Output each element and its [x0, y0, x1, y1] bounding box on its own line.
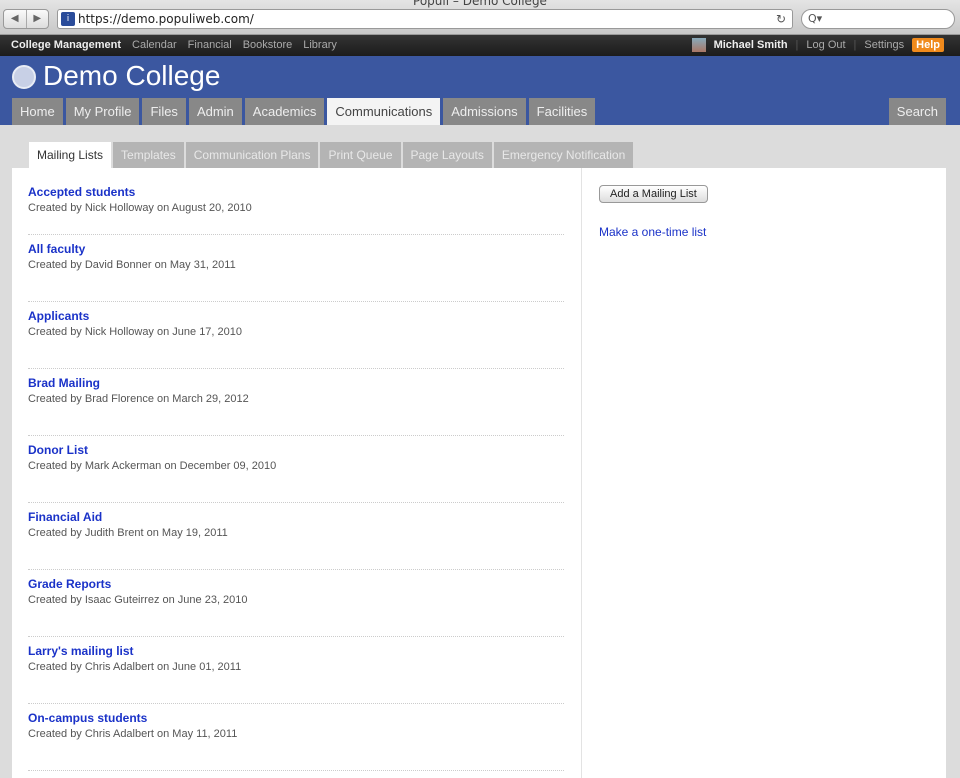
list-meta: Created by Mark Ackerman on December 09,…	[28, 460, 277, 472]
help-button[interactable]: Help	[912, 38, 944, 52]
forward-icon[interactable]: ▶	[27, 10, 49, 28]
back-icon[interactable]: ◀	[4, 10, 27, 28]
list-meta: Created by Isaac Guteirrez on June 23, 2…	[28, 594, 248, 606]
separator: |	[853, 39, 857, 51]
tab-home[interactable]: Home	[12, 98, 63, 125]
tab-academics[interactable]: Academics	[244, 98, 325, 125]
list-name-link[interactable]: Applicants	[28, 309, 564, 324]
list-name-link[interactable]: Brad Mailing	[28, 376, 564, 391]
list-item: Donor List Created by Mark Ackerman on De…	[28, 436, 564, 503]
nav-buttons: ◀ ▶	[3, 9, 49, 29]
list-item: Larry's mailing list Created by Chris Ada…	[28, 637, 564, 704]
topbar-library[interactable]: Library	[303, 39, 337, 51]
search-icon: Q▾	[808, 12, 823, 25]
mailing-list: Accepted students Created by Nick Hollowa…	[28, 185, 564, 771]
divider	[581, 168, 582, 778]
list-item: On-campus students Created by Chris Adalb…	[28, 704, 564, 771]
window-title: Populi – Demo College	[413, 0, 547, 8]
list-item: Accepted students Created by Nick Hollowa…	[28, 185, 564, 235]
list-meta: Created by Nick Holloway on June 17, 201…	[28, 326, 243, 338]
browser-chrome: Populi – Demo College ◀ ▶ i https://demo.…	[0, 0, 960, 35]
topbar-financial[interactable]: Financial	[188, 39, 232, 51]
list-name-link[interactable]: Larry's mailing list	[28, 644, 564, 659]
list-item: Financial Aid Created by Judith Brent on …	[28, 503, 564, 570]
list-meta: Created by Chris Adalbert on June 01, 20…	[28, 661, 242, 673]
tab-admin[interactable]: Admin	[188, 98, 242, 125]
list-meta: Created by Judith Brent on May 19, 2011	[28, 527, 228, 539]
url-text: https://demo.populiweb.com/	[78, 12, 254, 26]
college-seal-icon	[12, 65, 36, 89]
list-name-link[interactable]: Donor List	[28, 443, 564, 458]
tab-communications[interactable]: Communications	[327, 98, 441, 125]
user-name[interactable]: Michael Smith	[714, 39, 788, 51]
list-item: Brad Mailing Created by Brad Florence on …	[28, 369, 564, 436]
favicon-icon: i	[61, 12, 75, 26]
list-meta: Created by David Bonner on May 31, 2011	[28, 259, 236, 271]
list-item: Applicants Created by Nick Holloway on Ju…	[28, 302, 564, 369]
subtab-print-queue[interactable]: Print Queue	[320, 142, 401, 168]
list-name-link[interactable]: Financial Aid	[28, 510, 564, 525]
subtab-emergency-notification[interactable]: Emergency Notification	[493, 142, 634, 168]
list-meta: Created by Brad Florence on March 29, 20…	[28, 393, 249, 405]
subtab-communication-plans[interactable]: Communication Plans	[185, 142, 319, 168]
add-mailing-list-button[interactable]: Add a Mailing List	[599, 185, 708, 203]
settings-link[interactable]: Settings	[864, 39, 904, 51]
content-panel: Accepted students Created by Nick Hollowa…	[12, 168, 946, 778]
subtabs: Mailing Lists Templates Communication Pl…	[29, 142, 634, 168]
topbar-college-management[interactable]: College Management	[11, 39, 121, 51]
tab-facilities[interactable]: Facilities	[528, 98, 596, 125]
avatar[interactable]	[691, 38, 706, 52]
list-name-link[interactable]: Accepted students	[28, 185, 564, 200]
list-meta: Created by Chris Adalbert on May 11, 201…	[28, 728, 238, 740]
list-meta: Created by Nick Holloway on August 20, 2…	[28, 202, 252, 214]
tab-admissions[interactable]: Admissions	[443, 98, 526, 125]
browser-search-input[interactable]: Q▾	[801, 9, 955, 29]
address-bar[interactable]: i https://demo.populiweb.com/ ↻	[57, 9, 793, 29]
subtab-templates[interactable]: Templates	[113, 142, 184, 168]
college-title[interactable]: Demo College	[43, 60, 220, 92]
list-name-link[interactable]: All faculty	[28, 242, 564, 257]
list-item: All faculty Created by David Bonner on Ma…	[28, 235, 564, 302]
reload-icon[interactable]: ↻	[776, 10, 786, 28]
topbar-bookstore[interactable]: Bookstore	[243, 39, 293, 51]
tab-files[interactable]: Files	[142, 98, 186, 125]
top-bar: College Management Calendar Financial Bo…	[0, 35, 960, 56]
tab-my-profile[interactable]: My Profile	[65, 98, 140, 125]
topbar-calendar[interactable]: Calendar	[132, 39, 177, 51]
list-name-link[interactable]: On-campus students	[28, 711, 564, 726]
list-name-link[interactable]: Grade Reports	[28, 577, 564, 592]
one-time-list-link[interactable]: Make a one-time list	[599, 225, 706, 239]
subtab-mailing-lists[interactable]: Mailing Lists	[29, 142, 112, 168]
subtab-page-layouts[interactable]: Page Layouts	[402, 142, 492, 168]
tab-search[interactable]: Search	[888, 98, 946, 125]
separator: |	[795, 39, 799, 51]
logout-link[interactable]: Log Out	[806, 39, 845, 51]
list-item: Grade Reports Created by Isaac Guteirrez …	[28, 570, 564, 637]
header: Demo College Home My Profile Files Admin…	[0, 56, 960, 125]
